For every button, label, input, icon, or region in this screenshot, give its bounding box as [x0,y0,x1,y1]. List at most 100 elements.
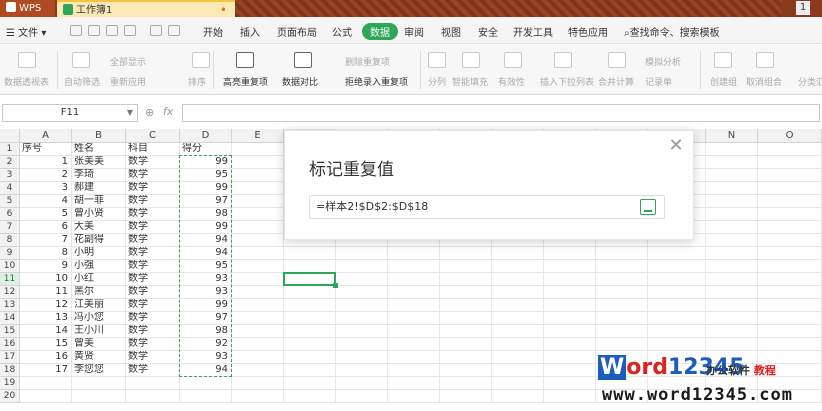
cell[interactable] [232,221,284,234]
data-cell[interactable]: 数学 [126,273,180,286]
data-cell[interactable]: 6 [20,221,72,234]
cell[interactable] [388,312,440,325]
cell[interactable] [492,260,544,273]
cell[interactable] [596,273,648,286]
cell[interactable] [336,351,388,364]
formula-input[interactable] [182,104,820,122]
column-header-o[interactable]: O [758,129,822,143]
cell[interactable] [388,273,440,286]
data-cell[interactable]: 数学 [126,169,180,182]
data-cell[interactable]: 2 [20,169,72,182]
cell[interactable] [232,182,284,195]
cell[interactable] [440,299,492,312]
cell[interactable] [440,325,492,338]
data-cell[interactable]: 14 [20,325,72,338]
row-header[interactable]: 7 [0,221,20,234]
cell[interactable] [440,273,492,286]
data-cell[interactable]: 9 [20,260,72,273]
cell[interactable] [72,390,126,403]
data-cell[interactable]: 郝建 [72,182,126,195]
subtotal-button[interactable]: 分类汇 [798,75,822,88]
cell[interactable] [440,377,492,390]
cell[interactable] [758,195,822,208]
data-cell[interactable]: 张美美 [72,156,126,169]
cell[interactable] [544,247,596,260]
cell[interactable] [758,208,822,221]
cell[interactable] [232,247,284,260]
command-search[interactable]: ⌕查找命令、搜索模板 [624,24,720,39]
data-cell[interactable]: 李琦 [72,169,126,182]
cell[interactable] [126,377,180,390]
column-header-c[interactable]: C [126,129,180,143]
cell[interactable] [180,377,232,390]
cell[interactable] [388,390,440,403]
cell[interactable] [126,390,180,403]
row-header[interactable]: 18 [0,364,20,377]
document-tab[interactable]: 工作簿1 • [57,0,235,17]
cell[interactable] [706,312,758,325]
cell[interactable] [284,377,336,390]
validity-button[interactable]: 有效性 [498,75,525,88]
cell[interactable] [706,169,758,182]
cell[interactable] [336,312,388,325]
cell[interactable] [336,364,388,377]
data-cell[interactable]: 数学 [126,260,180,273]
row-header[interactable]: 15 [0,325,20,338]
chevron-down-icon[interactable]: ▼ [127,105,133,121]
cell[interactable] [336,338,388,351]
preview-icon[interactable] [124,25,136,36]
cell[interactable] [492,247,544,260]
cell[interactable] [232,234,284,247]
cell[interactable] [336,377,388,390]
insert-function-button[interactable]: fx [163,105,173,118]
cell[interactable] [336,325,388,338]
delete-duplicates-button[interactable]: 删除重复项 [345,55,390,68]
cell[interactable] [336,286,388,299]
cell[interactable] [232,273,284,286]
cell[interactable] [388,351,440,364]
row-header[interactable]: 9 [0,247,20,260]
cell[interactable] [336,390,388,403]
tab-insert[interactable]: 插入 [240,24,260,39]
cell[interactable] [232,364,284,377]
cell[interactable] [232,325,284,338]
cell[interactable] [232,299,284,312]
data-cell[interactable]: 数学 [126,234,180,247]
cell[interactable] [544,325,596,338]
cell[interactable] [388,286,440,299]
cell[interactable] [758,325,822,338]
data-cell[interactable]: 数学 [126,325,180,338]
data-cell[interactable]: 数学 [126,364,180,377]
cell[interactable] [648,312,706,325]
data-cell[interactable]: 江美丽 [72,299,126,312]
cell[interactable] [388,338,440,351]
cell[interactable] [20,390,72,403]
cell[interactable] [648,286,706,299]
cell[interactable] [232,169,284,182]
row-header[interactable]: 5 [0,195,20,208]
cell[interactable] [544,364,596,377]
tab-view[interactable]: 视图 [441,24,461,39]
file-menu[interactable]: ☰ 文件 ▾ [6,24,46,39]
column-header-b[interactable]: B [72,129,126,143]
simulate-analysis-button[interactable]: 模拟分析 [645,55,681,68]
undo-icon[interactable] [150,25,162,36]
row-header[interactable]: 8 [0,234,20,247]
data-cell[interactable]: 曾美 [72,338,126,351]
cell[interactable] [596,338,648,351]
row-header[interactable]: 3 [0,169,20,182]
cell[interactable] [758,260,822,273]
cell[interactable] [596,299,648,312]
cell[interactable] [706,143,758,156]
row-header[interactable]: 1 [0,143,20,156]
cell[interactable] [440,260,492,273]
insert-dropdown-button[interactable]: 插入下拉列表 [540,75,594,88]
cell[interactable] [544,299,596,312]
cell[interactable] [706,221,758,234]
range-input[interactable]: =样本2!$D$2:$D$18 [309,195,665,219]
cell[interactable] [758,143,822,156]
cell[interactable] [232,208,284,221]
cell[interactable] [648,299,706,312]
cell[interactable] [492,286,544,299]
cell[interactable] [648,260,706,273]
